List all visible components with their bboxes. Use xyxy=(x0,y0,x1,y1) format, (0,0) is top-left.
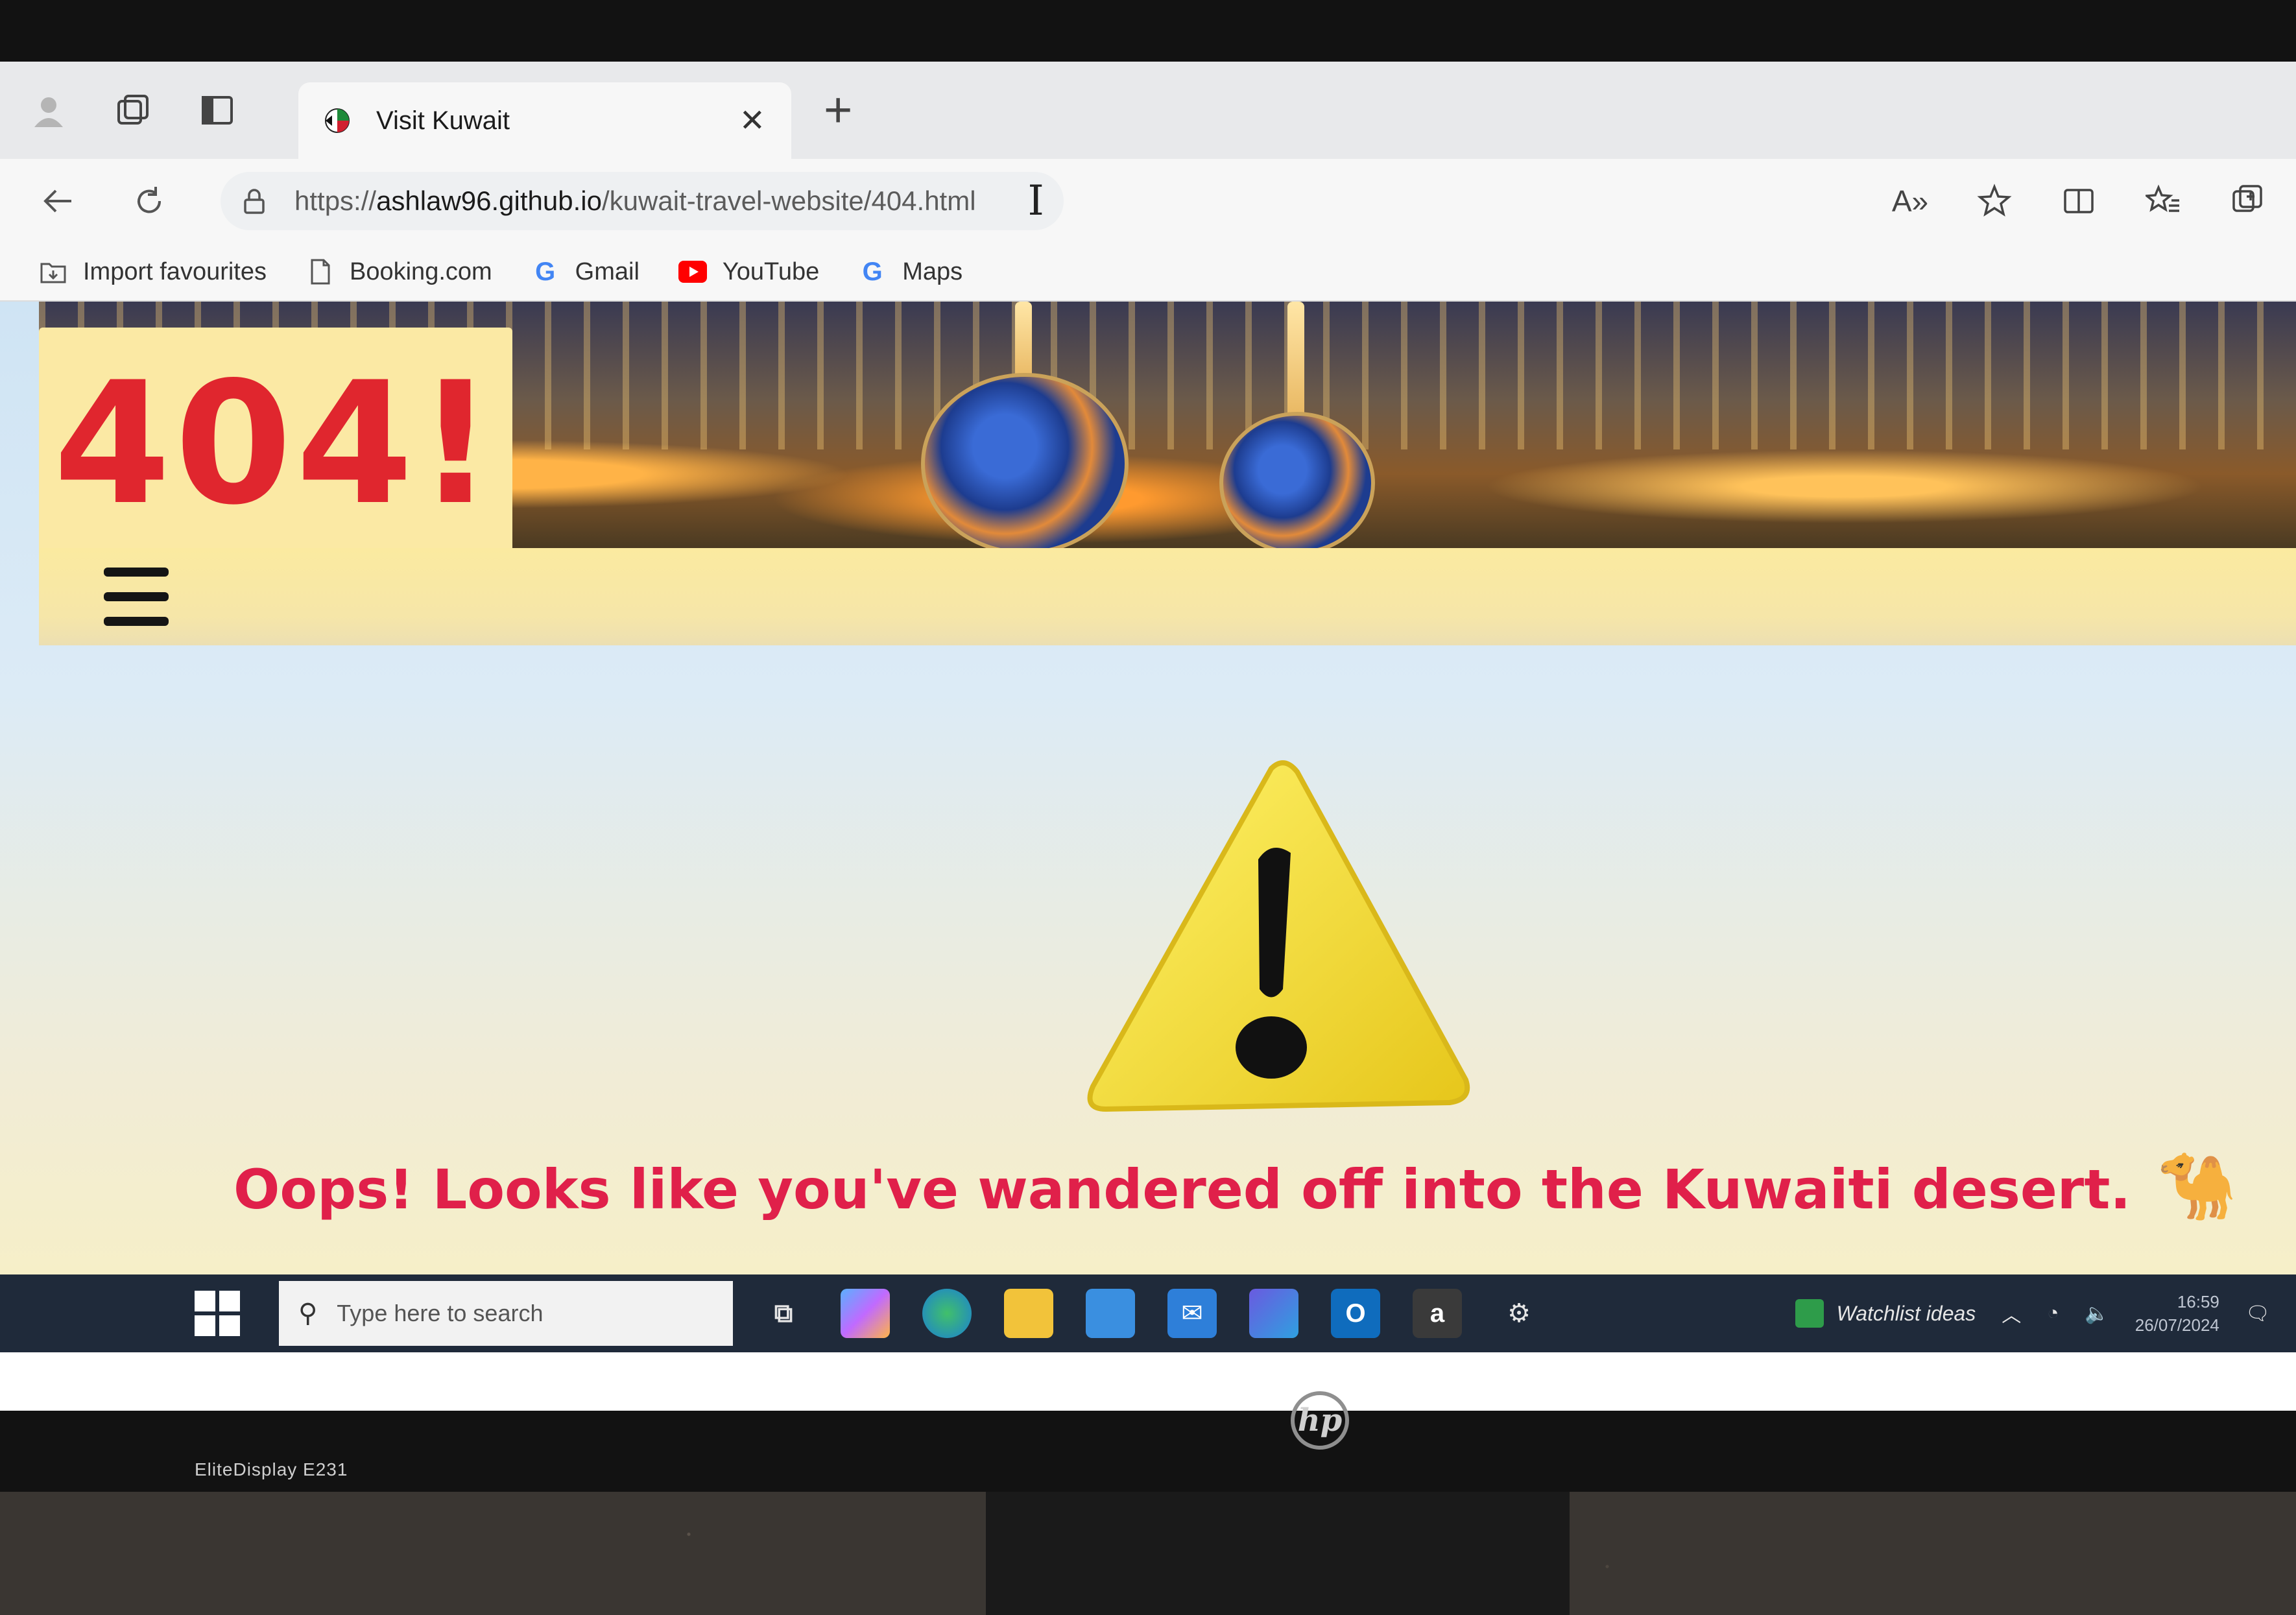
workspaces-icon[interactable] xyxy=(104,81,162,139)
bookmarks-bar: Import favourites Booking.com G Gmail Yo… xyxy=(0,243,2296,302)
outlook-icon[interactable]: O xyxy=(1331,1289,1380,1338)
split-screen-icon[interactable] xyxy=(2056,178,2101,224)
url-path: /kuwait-travel-website/404.html xyxy=(601,185,976,216)
web-page: 404! Oops! Looks like you've wandered of… xyxy=(0,302,2296,1274)
bookmark-import-favourites[interactable]: Import favourites xyxy=(39,257,267,286)
bookmark-label: YouTube xyxy=(722,257,820,285)
chevron-up-icon[interactable]: ︿ xyxy=(2002,1299,2021,1328)
mail-icon[interactable]: ✉ xyxy=(1167,1289,1217,1338)
bookmark-maps[interactable]: G Maps xyxy=(858,257,963,286)
favourite-star-icon[interactable] xyxy=(1972,178,2017,224)
clock-time: 16:59 xyxy=(2177,1291,2219,1311)
watchlist-label: Watchlist ideas xyxy=(1836,1301,1976,1325)
network-icon[interactable]: ◔ xyxy=(2047,1302,2059,1324)
bookmark-label: Import favourites xyxy=(83,257,267,285)
favourites-icon[interactable] xyxy=(2140,178,2186,224)
taskbar-search[interactable]: ⚲ Type here to search xyxy=(279,1281,733,1346)
read-aloud-icon[interactable]: A» xyxy=(1887,178,1933,224)
monitor-stand xyxy=(986,1492,1570,1615)
tab-visit-kuwait[interactable]: Visit Kuwait ✕ xyxy=(298,82,791,159)
nav-strip xyxy=(39,548,2296,645)
youtube-icon xyxy=(678,257,707,286)
url-scheme: https:// xyxy=(294,185,377,216)
profile-icon[interactable] xyxy=(19,81,78,139)
page-icon xyxy=(305,257,334,286)
error-message-text: Oops! Looks like you've wandered off int… xyxy=(233,1158,2131,1221)
bookmark-label: Booking.com xyxy=(350,257,492,285)
new-tab-button[interactable]: + xyxy=(824,86,852,135)
microsoft-store-icon[interactable] xyxy=(1086,1289,1135,1338)
google-icon: G xyxy=(862,257,883,286)
refresh-button[interactable] xyxy=(117,169,182,233)
hamburger-menu-icon[interactable] xyxy=(104,568,169,626)
clock[interactable]: 16:59 26/07/2024 xyxy=(2135,1290,2219,1337)
warning-icon xyxy=(1087,760,1470,1112)
copilot-hexagon-icon[interactable] xyxy=(1249,1289,1298,1338)
bookmark-booking[interactable]: Booking.com xyxy=(305,257,492,286)
stock-widget-icon xyxy=(1795,1299,1824,1328)
tab-title: Visit Kuwait xyxy=(376,106,510,135)
kuwait-tower-left xyxy=(921,373,1129,555)
error-code: 404! xyxy=(53,346,498,542)
text-cursor: I xyxy=(1027,177,1044,225)
copilot-icon[interactable] xyxy=(841,1289,890,1338)
close-tab-icon[interactable]: ✕ xyxy=(739,102,765,139)
file-explorer-icon[interactable] xyxy=(1004,1289,1053,1338)
system-tray: Watchlist ideas ︿ ◔ 🔈 16:59 26/07/2024 🗨 xyxy=(1795,1290,2296,1337)
screen: Visit Kuwait ✕ + https://ashlaw96.github… xyxy=(0,62,2296,1411)
camel-icon: 🐪 xyxy=(2157,1148,2238,1224)
address-bar[interactable]: https://ashlaw96.github.io/kuwait-travel… xyxy=(221,172,1064,230)
import-icon xyxy=(39,257,67,286)
back-button[interactable] xyxy=(26,169,91,233)
notifications-icon[interactable]: 🗨 xyxy=(2245,1302,2270,1325)
search-placeholder: Type here to search xyxy=(337,1300,544,1326)
collections-icon[interactable] xyxy=(2225,178,2270,224)
bookmark-label: Maps xyxy=(902,257,963,285)
windows-start-icon[interactable] xyxy=(195,1291,240,1336)
monitor: Visit Kuwait ✕ + https://ashlaw96.github… xyxy=(0,0,2296,1492)
bookmark-label: Gmail xyxy=(575,257,640,285)
kuwait-flag-icon xyxy=(325,108,350,133)
amazon-icon[interactable]: a xyxy=(1413,1289,1462,1338)
task-view-icon[interactable]: ⧉ xyxy=(759,1289,808,1338)
kuwait-tower-right xyxy=(1219,412,1375,555)
tab-strip: Visit Kuwait ✕ + xyxy=(0,62,2296,159)
taskbar-apps: ⧉ ✉ O a ⚙ xyxy=(759,1289,1544,1338)
address-row: https://ashlaw96.github.io/kuwait-travel… xyxy=(0,159,2296,243)
monitor-model: EliteDisplay E231 xyxy=(195,1459,348,1479)
hp-logo: hp xyxy=(1291,1391,1349,1450)
taskbar: ⚲ Type here to search ⧉ ✉ O a ⚙ Watchlis… xyxy=(0,1274,2296,1352)
url-host: ashlaw96.github.io xyxy=(376,185,602,216)
volume-icon[interactable]: 🔈 xyxy=(2085,1302,2109,1325)
url-text[interactable]: https://ashlaw96.github.io/kuwait-travel… xyxy=(294,185,976,217)
edge-icon[interactable] xyxy=(922,1289,972,1338)
lock-icon[interactable] xyxy=(240,187,269,215)
toolbar-right: A» xyxy=(1887,178,2270,224)
bookmark-gmail[interactable]: G Gmail xyxy=(531,257,640,286)
settings-gear-icon[interactable]: ⚙ xyxy=(1494,1289,1544,1338)
search-icon: ⚲ xyxy=(298,1299,318,1328)
vertical-tabs-icon[interactable] xyxy=(188,81,246,139)
clock-date: 26/07/2024 xyxy=(2135,1315,2219,1335)
bookmark-youtube[interactable]: YouTube xyxy=(678,257,819,286)
error-badge: 404! xyxy=(39,328,512,561)
error-message: Oops! Looks like you've wandered off int… xyxy=(233,1148,2238,1225)
watchlist-widget[interactable]: Watchlist ideas xyxy=(1795,1299,1976,1328)
google-icon: G xyxy=(535,257,556,286)
